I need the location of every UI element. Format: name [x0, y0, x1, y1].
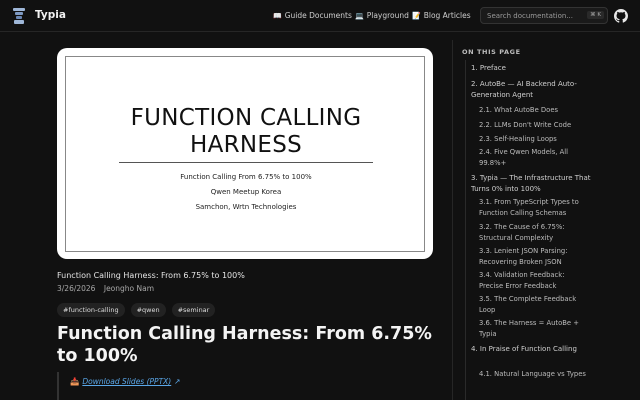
toc-item-autobe[interactable]: 2. AutoBe — AI Backend Auto-Generation A…	[471, 79, 596, 101]
toc-item-in-praise-of-function-calling[interactable]: 4. In Praise of Function Calling	[471, 344, 596, 355]
toc-item-what-autobe-does[interactable]: 2.1. What AutoBe Does	[479, 105, 589, 116]
post-caption-title: Function Calling Harness: From 6.75% to …	[57, 271, 245, 280]
tag-function-calling[interactable]: #function-calling	[57, 303, 125, 317]
table-of-contents: ON THIS PAGE 1. Preface 2. AutoBe — AI B…	[452, 40, 640, 400]
toc-item-five-qwen-models[interactable]: 2.4. Five Qwen Models, All 99.8%+	[479, 147, 589, 169]
slide-divider	[119, 162, 373, 163]
tag-list: #function-calling #qwen #seminar	[57, 303, 216, 317]
post-date: 3/26/2026	[57, 284, 96, 293]
nav-label: Blog Articles	[423, 11, 471, 20]
top-navbar: Typia 📖 Guide Documents 💻 Playground 📝 B…	[0, 0, 640, 32]
search-shortcut-badge: ⌘ K	[587, 11, 604, 19]
toc-item-self-healing-loops[interactable]: 2.3. Self-Healing Loops	[479, 134, 589, 145]
github-icon[interactable]	[614, 9, 628, 23]
blockquote-bar	[57, 372, 59, 400]
slide-preview-card[interactable]: FUNCTION CALLING HARNESS Function Callin…	[57, 48, 433, 259]
download-slides-link[interactable]: 📥 Download Slides (PPTX) ↗	[70, 377, 181, 386]
search-box[interactable]: ⌘ K	[480, 7, 608, 24]
brand-name[interactable]: Typia	[35, 9, 66, 21]
slide-author-org: Samchon, Wrtn Technologies	[195, 203, 297, 211]
search-input[interactable]	[487, 11, 587, 20]
slide-title-line: FUNCTION CALLING	[130, 105, 362, 131]
toc-item-natural-language-vs-types[interactable]: 4.1. Natural Language vs Types	[479, 369, 589, 380]
download-slides-label: Download Slides (PPTX)	[82, 377, 172, 386]
nav-blog-articles[interactable]: 📝 Blog Articles	[412, 11, 471, 20]
nav-label: Playground	[366, 11, 409, 20]
toc-item-complete-feedback-loop[interactable]: 3.5. The Complete Feedback Loop	[479, 294, 589, 316]
book-icon: 📖	[273, 11, 282, 20]
memo-icon: 📝	[412, 11, 421, 20]
slide-subtitle: Function Calling From 6.75% to 100%	[180, 173, 312, 181]
toc-item-cause-of-6-75[interactable]: 3.2. The Cause of 6.75%: Structural Comp…	[479, 222, 589, 244]
slide-event: Qwen Meetup Korea	[210, 188, 282, 196]
toc-rail	[465, 60, 466, 400]
slide-title: FUNCTION CALLING HARNESS	[66, 105, 426, 159]
external-link-icon: ↗	[174, 377, 181, 386]
tag-qwen[interactable]: #qwen	[130, 303, 166, 317]
laptop-icon: 💻	[355, 11, 364, 20]
toc-item-lenient-json-parsing[interactable]: 3.3. Lenient JSON Parsing: Recovering Br…	[479, 246, 589, 268]
toc-item-preface[interactable]: 1. Preface	[471, 63, 596, 74]
nav-playground[interactable]: 💻 Playground	[355, 11, 409, 20]
post-author: Jeongho Nam	[103, 284, 155, 293]
page-title: Function Calling Harness: From 6.75% to …	[57, 324, 432, 366]
slide-preview: FUNCTION CALLING HARNESS Function Callin…	[65, 56, 425, 252]
toc-item-harness[interactable]: 3.6. The Harness = AutoBe + Typia	[479, 318, 589, 340]
toc-item-typia-infrastructure[interactable]: 3. Typia — The Infrastructure That Turns…	[471, 173, 596, 195]
inbox-tray-icon: 📥	[70, 377, 80, 386]
nav-label: Guide Documents	[284, 11, 352, 20]
slide-title-line: HARNESS	[189, 132, 303, 158]
toc-item-validation-feedback[interactable]: 3.4. Validation Feedback: Precise Error …	[479, 270, 589, 292]
nav-guide-documents[interactable]: 📖 Guide Documents	[273, 11, 352, 20]
toc-item-typescript-types[interactable]: 3.1. From TypeScript Types to Function C…	[479, 197, 589, 219]
toc-item-llms-dont-write-code[interactable]: 2.2. LLMs Don't Write Code	[479, 120, 589, 131]
typia-logo-icon[interactable]	[12, 7, 26, 25]
tag-seminar[interactable]: #seminar	[171, 303, 216, 317]
toc-heading: ON THIS PAGE	[462, 48, 521, 56]
post-meta: 3/26/2026 Jeongho Nam	[57, 284, 160, 293]
